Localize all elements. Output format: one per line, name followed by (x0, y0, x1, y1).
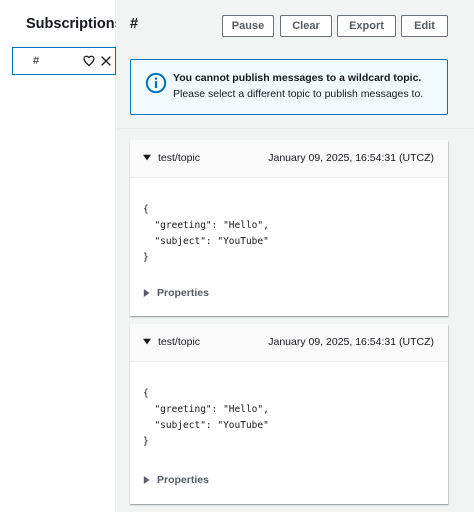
clear-button[interactable]: Clear (280, 15, 332, 37)
alert-title: You cannot publish messages to a wildcar… (173, 72, 422, 84)
message-payload: { "greeting": "Hello", "subject": "YouTu… (143, 388, 269, 447)
heart-icon[interactable] (83, 55, 95, 67)
properties-toggle[interactable]: Properties (143, 474, 209, 486)
caret-down-icon[interactable] (143, 154, 151, 162)
edit-button[interactable]: Edit (401, 15, 448, 37)
properties-label: Properties (157, 287, 209, 299)
caret-down-icon[interactable] (143, 338, 151, 346)
message-topic: test/topic (158, 152, 201, 164)
message-timestamp: January 09, 2025, 16:54:31 (UTCZ) (268, 336, 434, 348)
export-button[interactable]: Export (337, 15, 396, 37)
info-icon (145, 72, 167, 94)
subscription-item[interactable]: # (12, 47, 116, 75)
message-card: test/topic January 09, 2025, 16:54:31 (U… (130, 324, 448, 504)
message-header[interactable]: test/topic January 09, 2025, 16:54:31 (U… (130, 324, 448, 362)
subscription-item-label: # (33, 55, 40, 67)
info-alert: You cannot publish messages to a wildcar… (130, 59, 448, 115)
divider (116, 128, 474, 129)
properties-toggle[interactable]: Properties (143, 287, 209, 299)
main-panel: # Pause Clear Export Edit You cannot pub… (116, 0, 474, 512)
topic-title: # (130, 16, 139, 32)
pause-button[interactable]: Pause (222, 15, 274, 37)
properties-label: Properties (157, 474, 209, 486)
close-icon[interactable] (100, 55, 112, 67)
sidebar-title: Subscriptions (26, 16, 123, 32)
alert-body: Please select a different topic to publi… (173, 88, 424, 100)
message-payload: { "greeting": "Hello", "subject": "YouTu… (143, 204, 269, 263)
message-topic: test/topic (158, 336, 201, 348)
message-card: test/topic January 09, 2025, 16:54:31 (U… (130, 140, 448, 316)
sidebar: Subscriptions # (0, 0, 123, 512)
caret-right-icon (143, 476, 150, 484)
message-header[interactable]: test/topic January 09, 2025, 16:54:31 (U… (130, 140, 448, 178)
message-timestamp: January 09, 2025, 16:54:31 (UTCZ) (268, 152, 434, 164)
caret-right-icon (143, 289, 150, 297)
